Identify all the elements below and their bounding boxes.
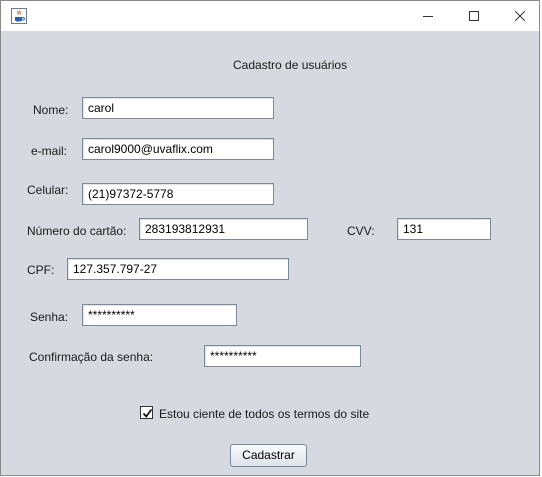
form-title: Cadastro de usuários bbox=[233, 58, 348, 72]
minimize-button[interactable] bbox=[405, 1, 451, 31]
senha-label: Senha: bbox=[30, 310, 69, 324]
app-window: Cadastro de usuários Nome: e-mail: Celul… bbox=[0, 0, 540, 476]
email-input[interactable] bbox=[82, 138, 274, 160]
maximize-button[interactable] bbox=[451, 1, 497, 31]
minimize-icon bbox=[423, 16, 433, 17]
checkmark-icon bbox=[142, 408, 153, 418]
cartao-input[interactable] bbox=[139, 218, 308, 240]
cvv-input[interactable] bbox=[397, 218, 491, 240]
confirmacao-label: Confirmação da senha: bbox=[29, 350, 154, 364]
cadastrar-button[interactable]: Cadastrar bbox=[230, 444, 307, 467]
cartao-label: Número do cartão: bbox=[27, 224, 127, 238]
email-label: e-mail: bbox=[31, 144, 68, 158]
title-bar[interactable] bbox=[1, 0, 539, 31]
cvv-label: CVV: bbox=[347, 224, 375, 238]
celular-input[interactable] bbox=[82, 183, 274, 205]
java-cup-icon bbox=[11, 8, 27, 24]
nome-label: Nome: bbox=[33, 103, 69, 117]
senha-input[interactable] bbox=[82, 304, 237, 326]
cpf-input[interactable] bbox=[67, 258, 289, 280]
confirmacao-input[interactable] bbox=[204, 345, 361, 367]
terms-label: Estou ciente de todos os termos do site bbox=[159, 407, 370, 421]
celular-label: Celular: bbox=[27, 183, 69, 197]
close-icon bbox=[515, 11, 525, 21]
cpf-label: CPF: bbox=[27, 263, 55, 277]
nome-input[interactable] bbox=[82, 97, 274, 119]
registration-form: Cadastro de usuários Nome: e-mail: Celul… bbox=[1, 31, 539, 476]
close-button[interactable] bbox=[497, 1, 542, 31]
maximize-icon bbox=[469, 11, 479, 21]
terms-checkbox[interactable] bbox=[140, 406, 153, 419]
